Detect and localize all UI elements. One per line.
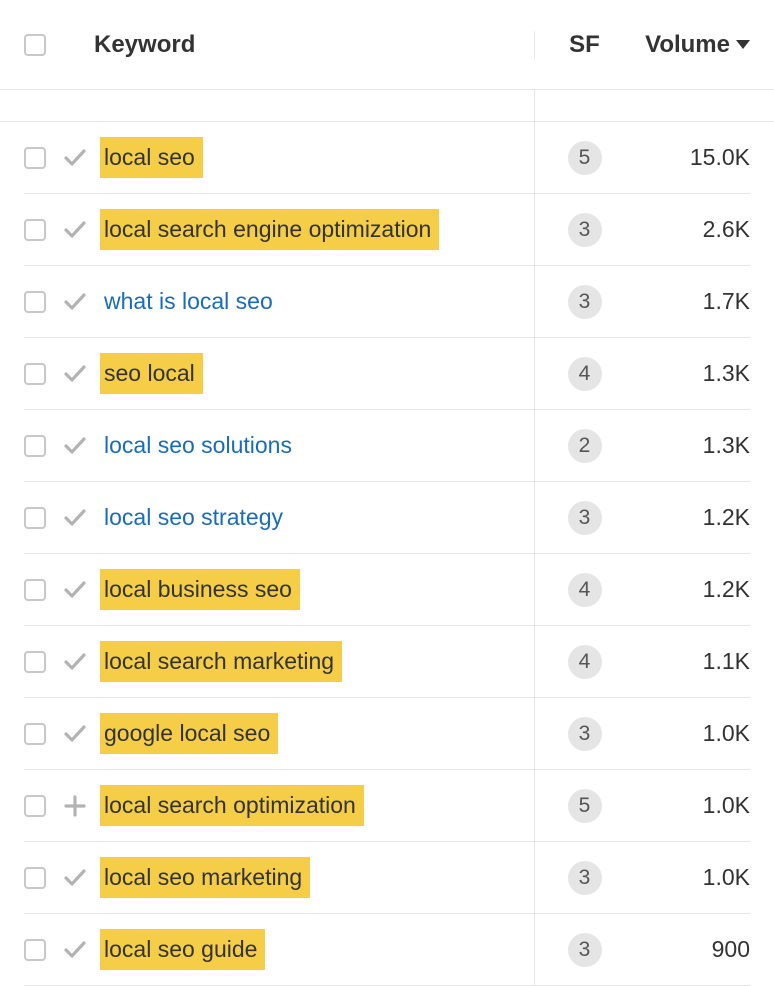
keyword-link[interactable]: local seo strategy [100, 497, 291, 539]
volume-value: 15.0K [690, 144, 750, 171]
row-checkbox[interactable] [24, 363, 46, 385]
keyword-link[interactable]: local seo marketing [100, 857, 310, 899]
sf-badge: 5 [568, 141, 602, 175]
row-checkbox[interactable] [24, 219, 46, 241]
row-checkbox[interactable] [24, 147, 46, 169]
sf-badge: 4 [568, 357, 602, 391]
check-icon[interactable] [58, 505, 92, 531]
keyword-link[interactable]: local seo solutions [100, 425, 300, 467]
row-checkbox[interactable] [24, 507, 46, 529]
select-all-checkbox[interactable] [24, 34, 46, 56]
volume-value: 1.3K [703, 360, 750, 387]
volume-value: 1.3K [703, 432, 750, 459]
check-icon[interactable] [58, 217, 92, 243]
row-checkbox[interactable] [24, 651, 46, 673]
keyword-link[interactable]: local search engine optimization [100, 209, 439, 251]
row-checkbox[interactable] [24, 723, 46, 745]
volume-value: 1.2K [703, 576, 750, 603]
col-volume-header[interactable]: Volume [645, 31, 750, 59]
keyword-link[interactable]: seo local [100, 353, 203, 395]
col-keyword-header[interactable]: Keyword [94, 31, 195, 59]
sf-badge: 4 [568, 645, 602, 679]
keyword-link[interactable]: local business seo [100, 569, 300, 611]
table-row: google local seo 3 1.0K [0, 698, 774, 770]
check-icon[interactable] [58, 289, 92, 315]
spacer-row [0, 90, 774, 122]
sf-badge: 3 [568, 717, 602, 751]
keyword-link[interactable]: what is local seo [100, 281, 281, 323]
table-row: local search marketing 4 1.1K [0, 626, 774, 698]
keyword-link[interactable]: local seo [100, 137, 203, 179]
check-icon[interactable] [58, 361, 92, 387]
table-row: local seo solutions 2 1.3K [0, 410, 774, 482]
volume-value: 1.2K [703, 504, 750, 531]
check-icon[interactable] [58, 433, 92, 459]
table-row: local search optimization 5 1.0K [0, 770, 774, 842]
keyword-link[interactable]: google local seo [100, 713, 278, 755]
table-row: local seo marketing 3 1.0K [0, 842, 774, 914]
volume-value: 2.6K [703, 216, 750, 243]
keyword-link[interactable]: local search marketing [100, 641, 342, 683]
sf-badge: 3 [568, 285, 602, 319]
sort-desc-icon [736, 40, 750, 49]
table-row: local business seo 4 1.2K [0, 554, 774, 626]
volume-value: 1.0K [703, 864, 750, 891]
volume-value: 1.0K [703, 720, 750, 747]
check-icon[interactable] [58, 865, 92, 891]
table-row: local search engine optimization 3 2.6K [0, 194, 774, 266]
sf-badge: 4 [568, 573, 602, 607]
row-checkbox[interactable] [24, 291, 46, 313]
table-row: seo local 4 1.3K [0, 338, 774, 410]
sf-badge: 3 [568, 213, 602, 247]
keyword-link[interactable]: local seo guide [100, 929, 265, 971]
keyword-table: Keyword SF Volume local seo515.0Klocal s… [0, 0, 774, 986]
table-row: local seo strategy 3 1.2K [0, 482, 774, 554]
sf-badge: 5 [568, 789, 602, 823]
volume-value: 1.0K [703, 792, 750, 819]
row-checkbox[interactable] [24, 579, 46, 601]
row-checkbox[interactable] [24, 795, 46, 817]
table-row: local seo guide3900 [0, 914, 774, 986]
check-icon[interactable] [58, 649, 92, 675]
table-row: local seo 5 15.0K [0, 122, 774, 194]
table-row: what is local seo 3 1.7K [0, 266, 774, 338]
sf-badge: 3 [568, 501, 602, 535]
check-icon[interactable] [58, 145, 92, 171]
sf-badge: 2 [568, 429, 602, 463]
col-sf-header[interactable]: SF [569, 31, 600, 59]
plus-icon[interactable] [58, 793, 92, 819]
check-icon[interactable] [58, 721, 92, 747]
sf-badge: 3 [568, 861, 602, 895]
check-icon[interactable] [58, 577, 92, 603]
keyword-link[interactable]: local search optimization [100, 785, 364, 827]
row-checkbox[interactable] [24, 435, 46, 457]
row-checkbox[interactable] [24, 867, 46, 889]
table-header-row: Keyword SF Volume [0, 0, 774, 90]
volume-value: 1.1K [703, 648, 750, 675]
volume-value: 1.7K [703, 288, 750, 315]
